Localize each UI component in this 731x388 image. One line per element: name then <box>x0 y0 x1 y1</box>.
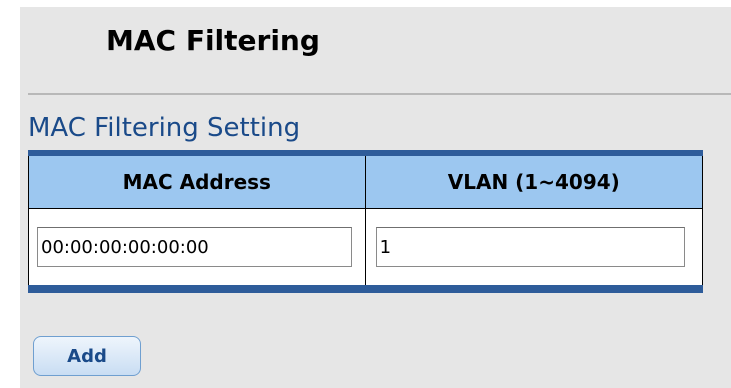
vlan-cell <box>364 208 704 289</box>
table-header-row: MAC Address VLAN (1~4094) <box>28 153 704 209</box>
content-panel: MAC Filtering MAC Filtering Setting MAC … <box>20 7 731 388</box>
page-title: MAC Filtering <box>106 24 320 57</box>
vlan-input[interactable] <box>375 227 685 267</box>
mac-address-header: MAC Address <box>28 153 366 209</box>
section-title: MAC Filtering Setting <box>28 113 301 143</box>
mac-filtering-table: MAC Address VLAN (1~4094) <box>28 150 704 293</box>
table-row <box>28 208 704 289</box>
vlan-header: VLAN (1~4094) <box>364 153 704 209</box>
add-button[interactable]: Add <box>33 336 141 376</box>
mac-address-cell <box>28 208 366 289</box>
title-divider <box>28 93 731 95</box>
mac-address-input[interactable] <box>37 227 352 267</box>
